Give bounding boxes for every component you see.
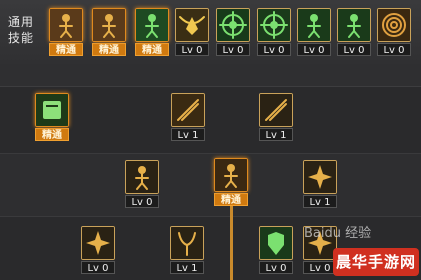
mastery-badge: 精通 [214,193,248,206]
level-badge: Lv 1 [171,128,205,141]
figure-dash-icon[interactable] [135,8,169,42]
level-badge: Lv 0 [257,43,291,56]
tree-skill-slot[interactable]: 精通 [35,93,69,141]
level-badge: Lv 0 [81,261,115,274]
target-icon[interactable] [216,8,250,42]
tree-skill-slot[interactable]: 精通 [214,158,248,206]
level-badge: Lv 0 [259,261,293,274]
spiral-icon[interactable] [377,8,411,42]
mastery-badge: 精通 [49,43,83,56]
skill-tree-connector [230,197,233,280]
tree-skill-slot[interactable]: Lv 1 [171,93,205,141]
common-skill-slot[interactable]: Lv 0 [175,8,209,56]
level-badge: Lv 0 [337,43,371,56]
mastery-badge: 精通 [35,128,69,141]
mastery-badge: 精通 [135,43,169,56]
tree-skill-slot[interactable]: Lv 0 [81,226,115,274]
burst-icon[interactable] [303,160,337,194]
tree-skill-slot[interactable]: Lv 1 [259,93,293,141]
common-skill-slot[interactable]: 精通 [135,8,169,56]
section-divider [0,64,421,87]
tree-skill-slot[interactable]: Lv 0 [125,160,159,208]
common-skills-label: 通用 技能 [8,15,35,45]
skill-tree-row [0,154,421,217]
horned-icon[interactable] [170,226,204,260]
common-skill-slot[interactable]: 精通 [49,8,83,56]
common-skill-slot[interactable]: Lv 0 [257,8,291,56]
common-skill-slot[interactable]: Lv 0 [377,8,411,56]
level-badge: Lv 0 [175,43,209,56]
level-badge: Lv 0 [216,43,250,56]
level-badge: Lv 1 [170,261,204,274]
common-skill-slot[interactable]: Lv 0 [216,8,250,56]
common-skill-slot[interactable]: Lv 0 [337,8,371,56]
book-icon[interactable] [35,93,69,127]
figure-shoot-icon[interactable] [297,8,331,42]
mastery-badge: 精通 [92,43,126,56]
shatter-icon[interactable] [81,226,115,260]
common-skill-slot[interactable]: 精通 [92,8,126,56]
level-badge: Lv 1 [259,128,293,141]
site-logo: 晨华手游网 [333,248,419,276]
wings-emblem-icon[interactable] [175,8,209,42]
blade-icon[interactable] [171,93,205,127]
level-badge: Lv 0 [303,261,337,274]
tree-skill-slot[interactable]: Lv 1 [170,226,204,274]
figure-rest-icon[interactable] [49,8,83,42]
crosshair-icon[interactable] [257,8,291,42]
tree-skill-slot[interactable]: Lv 0 [259,226,293,274]
level-badge: Lv 0 [377,43,411,56]
level-badge: Lv 0 [125,195,159,208]
warrior-icon[interactable] [214,158,248,192]
level-badge: Lv 0 [297,43,331,56]
figure-lean-icon[interactable] [337,8,371,42]
level-badge: Lv 1 [303,195,337,208]
common-skill-slot[interactable]: Lv 0 [297,8,331,56]
tree-skill-slot[interactable]: Lv 1 [303,160,337,208]
armor-icon[interactable] [259,226,293,260]
fist-icon[interactable] [125,160,159,194]
figure-crouch-icon[interactable] [92,8,126,42]
slash-icon[interactable] [259,93,293,127]
watermark: Baidu 经验 [304,226,372,241]
